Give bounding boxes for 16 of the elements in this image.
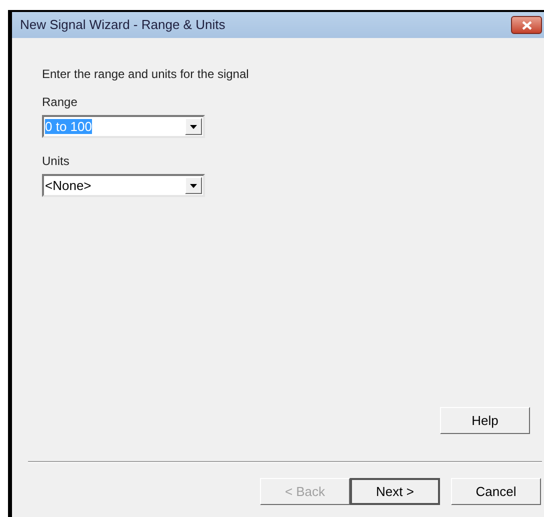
dropdown-arrow-button[interactable] [185,177,202,194]
field-label: Range [42,94,78,111]
dropdown-value: 0 to 100 [45,118,93,135]
dialog-button[interactable]: Cancel [451,478,541,505]
dialog-button[interactable]: Help [440,407,530,434]
caret-icon [190,184,197,188]
close-button[interactable] [511,16,542,34]
dialog-button[interactable]: Next > [350,478,440,505]
dropdown-field[interactable]: <None> [42,174,205,197]
dropdown-arrow-button[interactable] [185,118,202,135]
window-title: New Signal Wizard - Range & Units [20,16,226,34]
instruction-text: Enter the range and units for the signal [42,66,250,83]
close-icon [522,20,532,30]
field-label: Units [42,153,70,170]
caret-icon [190,124,197,128]
dropdown-value: <None> [45,177,92,194]
